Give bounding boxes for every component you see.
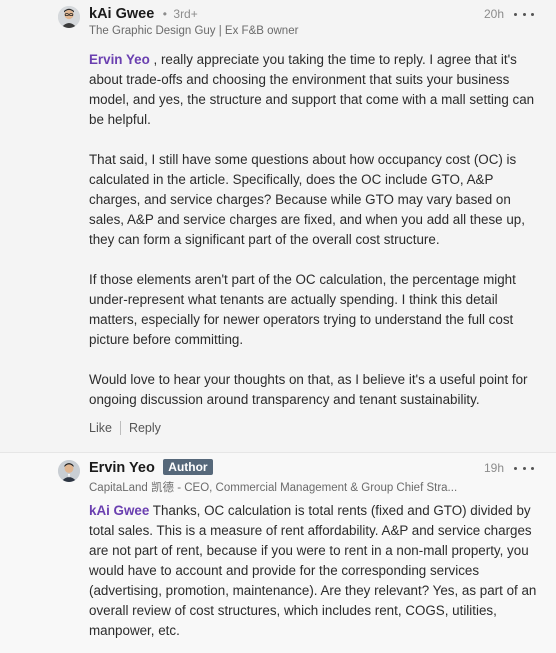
paragraph-text: Thanks, OC calculation is total rents (f… bbox=[89, 503, 537, 638]
author-headline: CapitaLand 凯德 - CEO, Commercial Manageme… bbox=[89, 482, 458, 494]
comment-paragraph: Would love to hear your thoughts on that… bbox=[89, 372, 528, 407]
author-headline: The Graphic Design Guy | Ex F&B owner bbox=[89, 25, 299, 37]
comment-ervin-yeo: Ervin Yeo Author CapitaLand 凯德 - CEO, Co… bbox=[0, 453, 556, 653]
author-name[interactable]: Ervin Yeo bbox=[89, 460, 155, 476]
comment-paragraph: kAi Gwee Thanks, OC calculation is total… bbox=[89, 501, 545, 641]
paragraph-text: , really appreciate you taking the time … bbox=[89, 52, 535, 127]
author-name[interactable]: kAi Gwee bbox=[89, 6, 154, 22]
author-line: Ervin Yeo Author bbox=[89, 459, 213, 477]
timestamp: 19h bbox=[484, 461, 505, 475]
reply-button[interactable]: Reply bbox=[129, 421, 161, 435]
comment-paragraph: Ervin Yeo , really appreciate you taking… bbox=[89, 50, 541, 130]
comment-kai-gwee: kAi Gwee • 3rd+ The Graphic Design Guy |… bbox=[0, 0, 556, 453]
author-badge: Author bbox=[163, 459, 213, 475]
avatar[interactable] bbox=[58, 6, 80, 28]
comment-paragraph: That said, I still have some questions a… bbox=[89, 152, 525, 247]
like-button[interactable]: Like bbox=[89, 421, 112, 435]
action-divider bbox=[119, 421, 121, 435]
mention-link[interactable]: Ervin Yeo bbox=[89, 52, 150, 67]
avatar-photo-icon bbox=[58, 460, 80, 482]
connection-degree: 3rd+ bbox=[173, 7, 198, 21]
author-line: kAi Gwee • 3rd+ bbox=[89, 5, 198, 23]
more-options-icon[interactable] bbox=[514, 8, 534, 20]
avatar-photo-icon bbox=[58, 6, 80, 28]
comment-body: kAi Gwee Thanks, OC calculation is total… bbox=[89, 501, 545, 641]
comment-body: Ervin Yeo , really appreciate you taking… bbox=[89, 50, 541, 410]
comment-actions: Like Reply bbox=[89, 421, 161, 435]
avatar[interactable] bbox=[58, 460, 80, 482]
timestamp: 20h bbox=[484, 7, 505, 21]
comment-paragraph: If those elements aren't part of the OC … bbox=[89, 272, 516, 347]
mention-link[interactable]: kAi Gwee bbox=[89, 503, 149, 518]
separator-dot: • bbox=[162, 7, 167, 21]
more-options-icon[interactable] bbox=[514, 462, 534, 474]
